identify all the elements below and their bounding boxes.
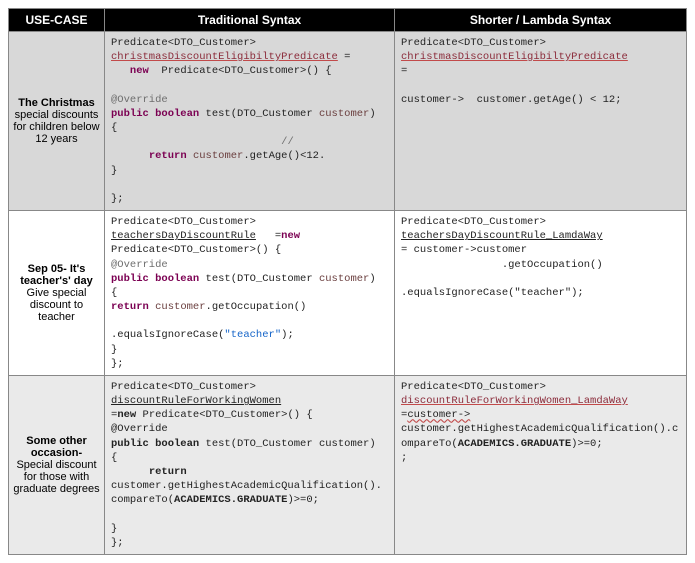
usecase-desc: special discounts for children below 12 … [13, 109, 99, 145]
traditional-code: Predicate<DTO_Customer> discountRuleForW… [105, 375, 395, 554]
lambda-code: Predicate<DTO_Customer> discountRuleForW… [395, 375, 687, 554]
traditional-code: Predicate<DTO_Customer> christmasDiscoun… [105, 32, 395, 211]
usecase-title: Some other occasion- [26, 435, 87, 459]
usecase-desc: Give special discount to teacher [27, 287, 87, 323]
usecase-cell: The Christmas special discounts for chil… [9, 32, 105, 211]
usecase-cell: Some other occasion- Special discount fo… [9, 375, 105, 554]
table-row: The Christmas special discounts for chil… [9, 32, 687, 211]
usecase-desc: Special discount for those with graduate… [13, 459, 99, 495]
header-lambda: Shorter / Lambda Syntax [395, 9, 687, 32]
traditional-code: Predicate<DTO_Customer> teachersDayDisco… [105, 211, 395, 376]
usecase-title: The Christmas [18, 97, 94, 109]
table-header-row: USE-CASE Traditional Syntax Shorter / La… [9, 9, 687, 32]
table-row: Some other occasion- Special discount fo… [9, 375, 687, 554]
header-usecase: USE-CASE [9, 9, 105, 32]
usecase-title: Sep 05- It's teacher's' day [20, 263, 93, 287]
syntax-comparison-table: USE-CASE Traditional Syntax Shorter / La… [8, 8, 687, 555]
header-traditional: Traditional Syntax [105, 9, 395, 32]
usecase-cell: Sep 05- It's teacher's' day Give special… [9, 211, 105, 376]
lambda-code: Predicate<DTO_Customer> teachersDayDisco… [395, 211, 687, 376]
table-row: Sep 05- It's teacher's' day Give special… [9, 211, 687, 376]
lambda-code: Predicate<DTO_Customer> christmasDiscoun… [395, 32, 687, 211]
